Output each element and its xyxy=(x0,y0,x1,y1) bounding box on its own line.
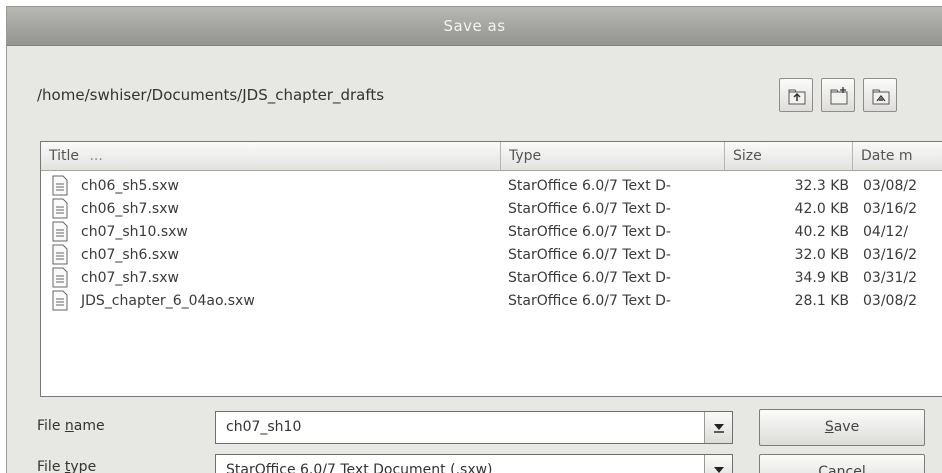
file-row[interactable]: ch07_sh10.sxw StarOffice 6.0/7 Text D- 4… xyxy=(41,220,942,243)
file-type: StarOffice 6.0/7 Text D- xyxy=(508,270,671,286)
window-title: Save as xyxy=(443,17,506,35)
cancel-button[interactable]: Cancel xyxy=(759,454,925,473)
save-button[interactable]: Save xyxy=(759,409,925,446)
file-size: 32.3 KB xyxy=(794,178,849,194)
file-type: StarOffice 6.0/7 Text D- xyxy=(508,201,671,217)
sort-marker: ... xyxy=(89,148,103,164)
file-name-dropdown-button[interactable] xyxy=(704,412,732,443)
default-directory-button[interactable] xyxy=(863,78,897,112)
new-folder-icon xyxy=(830,87,848,105)
column-header-size[interactable]: Size xyxy=(725,142,853,170)
file-type-value: StarOffice 6.0/7 Text Document (.sxw) xyxy=(226,462,493,473)
file-list[interactable]: Title ... Type Size Date m ch06_sh5.sxw … xyxy=(40,141,942,397)
new-folder-button[interactable] xyxy=(821,78,855,112)
file-date: 03/16/2 xyxy=(863,247,917,263)
text-document-icon xyxy=(52,290,68,311)
file-name-label: File name xyxy=(37,418,105,434)
file-date: 03/08/2 xyxy=(863,178,917,194)
folder-up-icon xyxy=(788,89,806,105)
text-document-icon xyxy=(52,221,68,242)
folder-up-button[interactable] xyxy=(779,78,813,112)
file-size: 28.1 KB xyxy=(794,293,849,309)
file-row[interactable]: ch06_sh5.sxw StarOffice 6.0/7 Text D- 32… xyxy=(41,174,942,197)
file-date: 03/08/2 xyxy=(863,293,917,309)
file-name-input[interactable]: ch07_sh10 xyxy=(226,419,301,435)
file-type: StarOffice 6.0/7 Text D- xyxy=(508,178,671,194)
text-document-icon xyxy=(52,267,68,288)
file-size: 42.0 KB xyxy=(794,201,849,217)
file-name: ch07_sh7.sxw xyxy=(81,270,179,286)
list-header: Title ... Type Size Date m xyxy=(41,142,942,171)
file-name: ch06_sh5.sxw xyxy=(81,178,179,194)
file-type: StarOffice 6.0/7 Text D- xyxy=(508,247,671,263)
save-as-dialog: Save as /home/swhiser/Documents/JDS_chap… xyxy=(6,6,942,473)
chevron-down-icon xyxy=(714,467,724,473)
column-header-date[interactable]: Date m xyxy=(853,142,942,170)
file-row[interactable]: ch07_sh7.sxw StarOffice 6.0/7 Text D- 34… xyxy=(41,266,942,289)
file-name: JDS_chapter_6_04ao.sxw xyxy=(81,293,255,309)
text-document-icon xyxy=(52,198,68,219)
file-type-dropdown-button[interactable] xyxy=(704,455,732,473)
title-bar[interactable]: Save as xyxy=(7,7,942,46)
file-name: ch07_sh6.sxw xyxy=(81,247,179,263)
chevron-down-icon xyxy=(714,424,724,433)
file-type-label: File type xyxy=(37,459,97,473)
default-directory-icon xyxy=(872,89,890,105)
text-document-icon xyxy=(52,175,68,196)
file-size: 40.2 KB xyxy=(794,224,849,240)
column-header-type[interactable]: Type xyxy=(501,142,725,170)
file-size: 34.9 KB xyxy=(794,270,849,286)
file-type-combobox[interactable]: StarOffice 6.0/7 Text Document (.sxw) xyxy=(215,454,733,473)
file-name-combobox[interactable]: ch07_sh10 xyxy=(215,411,733,444)
file-name: ch07_sh10.sxw xyxy=(81,224,188,240)
file-size: 32.0 KB xyxy=(794,247,849,263)
text-document-icon xyxy=(52,244,68,265)
file-type: StarOffice 6.0/7 Text D- xyxy=(508,224,671,240)
file-row[interactable]: JDS_chapter_6_04ao.sxw StarOffice 6.0/7 … xyxy=(41,289,942,312)
file-date: 04/12/ xyxy=(863,224,909,240)
file-date: 03/16/2 xyxy=(863,201,917,217)
file-name: ch06_sh7.sxw xyxy=(81,201,179,217)
file-row[interactable]: ch06_sh7.sxw StarOffice 6.0/7 Text D- 42… xyxy=(41,197,942,220)
column-header-title[interactable]: Title ... xyxy=(41,142,501,170)
file-row[interactable]: ch07_sh6.sxw StarOffice 6.0/7 Text D- 32… xyxy=(41,243,942,266)
file-type: StarOffice 6.0/7 Text D- xyxy=(508,293,671,309)
current-path: /home/swhiser/Documents/JDS_chapter_draf… xyxy=(37,86,385,104)
file-date: 03/31/2 xyxy=(863,270,917,286)
